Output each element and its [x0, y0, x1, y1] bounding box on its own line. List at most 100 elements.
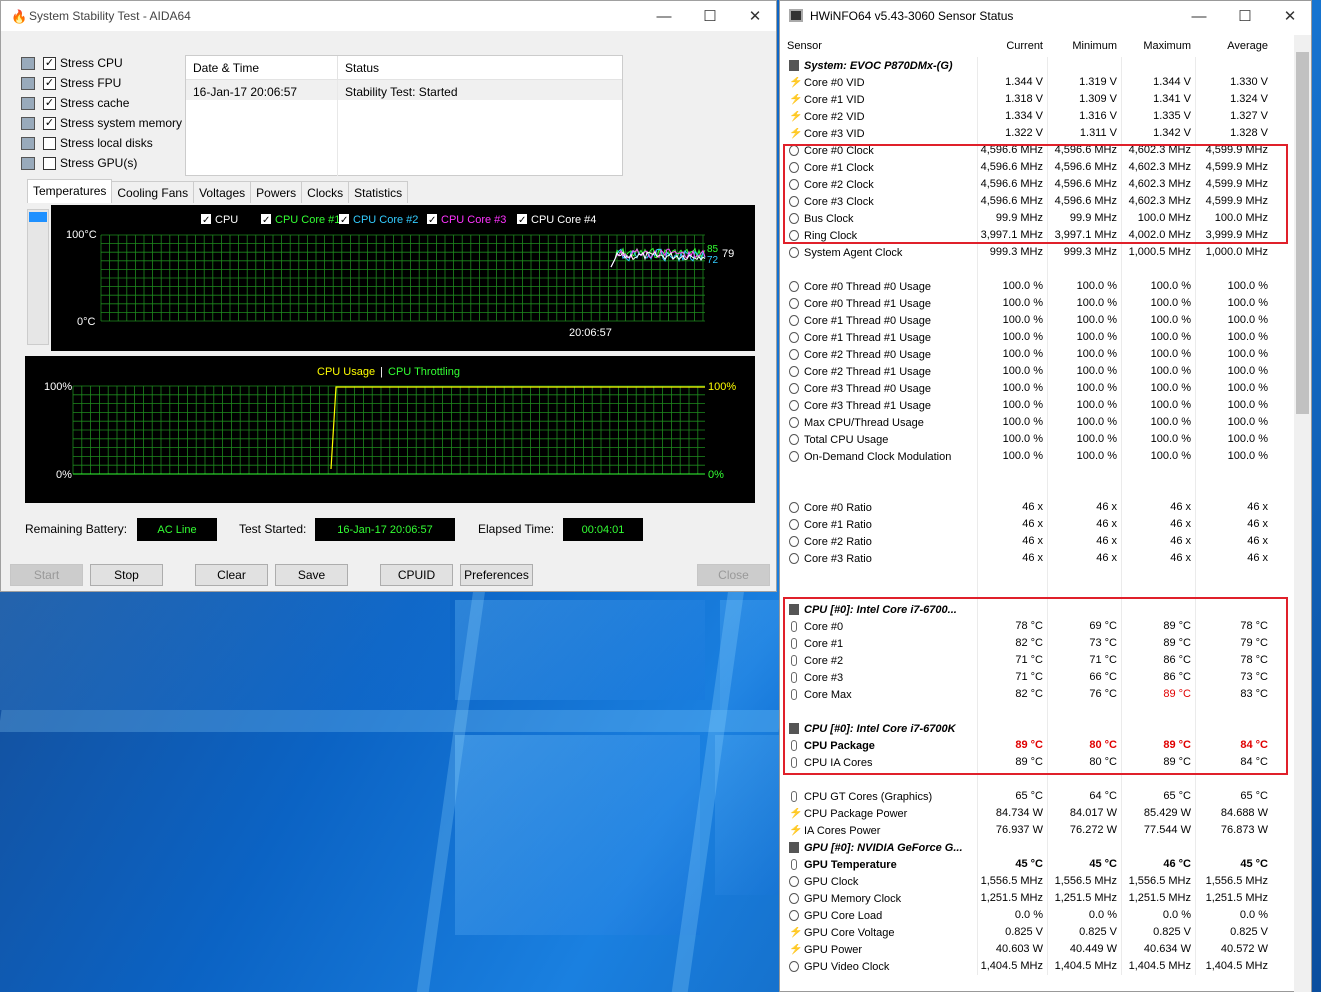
average-column-header[interactable]: Average: [1195, 35, 1274, 57]
table-row[interactable]: GPU Temperature 45 °C 45 °C 46 °C 45 °C: [781, 856, 1294, 873]
tab-voltages[interactable]: Voltages: [193, 181, 252, 203]
stress-cache-checkbox[interactable]: ✓: [43, 96, 56, 110]
table-row[interactable]: Core #0 Thread #1 Usage 100.0 % 100.0 % 100…: [781, 295, 1294, 312]
current-value: 1,251.5 MHz: [977, 890, 1047, 907]
scrollbar-thumb[interactable]: [29, 212, 47, 222]
table-row[interactable]: GPU Memory Clock 1,251.5 MHz 1,251.5 MHz 1,…: [781, 890, 1294, 907]
table-row[interactable]: Total CPU Usage 100.0 % 100.0 % 100.0 % 100.…: [781, 431, 1294, 448]
average-value: 84.688 W: [1195, 805, 1274, 822]
table-row[interactable]: Core #0 Ratio 46 x 46 x 46 x 46 x: [781, 499, 1294, 516]
hw-minimize-button[interactable]: —: [1176, 1, 1222, 31]
hw-close-button[interactable]: ✕: [1267, 1, 1313, 31]
table-row[interactable]: ⚡ GPU Core Voltage 0.825 V 0.825 V 0.825 V 0.…: [781, 924, 1294, 941]
current-value: 0.825 V: [977, 924, 1047, 941]
sensor-name: Core #2 Thread #1 Usage: [781, 366, 977, 378]
table-row[interactable]: Core #3 Ratio 46 x 46 x 46 x 46 x: [781, 550, 1294, 567]
table-row[interactable]: GPU Clock 1,556.5 MHz 1,556.5 MHz 1,556.5 M…: [781, 873, 1294, 890]
stress-cpu-checkbox[interactable]: ✓: [43, 56, 56, 70]
current-value: 100.0 %: [977, 363, 1047, 380]
sensor-spacer: [781, 465, 1294, 482]
svg-text:✓: ✓: [428, 215, 436, 226]
table-row[interactable]: GPU Core Load 0.0 % 0.0 % 0.0 % 0.0 %: [781, 907, 1294, 924]
table-row[interactable]: Core #3 Thread #1 Usage 100.0 % 100.0 % 100…: [781, 397, 1294, 414]
tab-temperatures[interactable]: Temperatures: [27, 179, 113, 203]
sensor-group-header[interactable]: System: EVOC P870DMx-(G): [781, 57, 1294, 74]
graph-scrollbar[interactable]: [27, 209, 49, 345]
stress-memory-option[interactable]: ✓ Stress system memory: [21, 113, 182, 133]
sensor-scrollbar[interactable]: [1294, 35, 1311, 992]
sensor-name: Total CPU Usage: [781, 434, 977, 446]
preferences-button[interactable]: Preferences: [460, 564, 533, 586]
stress-cpu-option[interactable]: ✓ Stress CPU: [21, 53, 182, 73]
stop-button[interactable]: Stop: [90, 564, 163, 586]
sensor-name: Core #2 Thread #0 Usage: [781, 349, 977, 361]
table-row[interactable]: On-Demand Clock Modulation 100.0 % 100.0 %…: [781, 448, 1294, 465]
clear-button[interactable]: Clear: [195, 564, 268, 586]
sensor-label: Core #2 Thread #0 Usage: [804, 348, 931, 361]
tab-statistics[interactable]: Statistics: [348, 181, 409, 203]
aida-titlebar[interactable]: 🔥 System Stability Test - AIDA64 — ☐ ✕: [1, 1, 776, 31]
stress-cache-option[interactable]: ✓ Stress cache: [21, 93, 182, 113]
table-row[interactable]: ⚡ Core #2 VID 1.334 V 1.316 V 1.335 V 1.327 V: [781, 108, 1294, 125]
table-row[interactable]: Core #1 Ratio 46 x 46 x 46 x 46 x: [781, 516, 1294, 533]
stress-disks-option[interactable]: Stress local disks: [21, 133, 182, 153]
stress-gpu-option[interactable]: Stress GPU(s): [21, 153, 182, 173]
table-row[interactable]: 16-Jan-17 20:06:57 Stability Test: Start…: [186, 80, 622, 100]
table-row[interactable]: ⚡ IA Cores Power 76.937 W 76.272 W 77.544 W7…: [781, 822, 1294, 839]
stress-fpu-label: Stress FPU: [60, 76, 122, 90]
cpuid-button[interactable]: CPUID: [380, 564, 453, 586]
tab-clocks[interactable]: Clocks: [301, 181, 350, 203]
stress-fpu-checkbox[interactable]: ✓: [43, 76, 56, 90]
table-row[interactable]: Core #2 Thread #1 Usage 100.0 % 100.0 % 100…: [781, 363, 1294, 380]
table-row[interactable]: Max CPU/Thread Usage 100.0 % 100.0 % 100.0 …: [781, 414, 1294, 431]
sensor-scrollbar-thumb[interactable]: [1296, 52, 1309, 414]
table-row[interactable]: ⚡ GPU Power 40.603 W 40.449 W 40.634 W 40.572…: [781, 941, 1294, 958]
table-row[interactable]: System Agent Clock 999.3 MHz 999.3 MHz 1,00…: [781, 244, 1294, 261]
svg-text:✓: ✓: [340, 215, 348, 226]
stress-disks-checkbox[interactable]: [43, 136, 56, 150]
datetime-column-header[interactable]: Date & Time: [186, 56, 338, 79]
sensor-name: ⚡ Core #1 VID: [781, 94, 977, 106]
minimum-column-header[interactable]: Minimum: [1047, 35, 1121, 57]
start-button[interactable]: Start: [10, 564, 83, 586]
table-row[interactable]: Core #1 Thread #0 Usage 100.0 % 100.0 % 100…: [781, 312, 1294, 329]
close-window-button[interactable]: ✕: [732, 1, 778, 31]
maximum-value: 40.634 W: [1121, 941, 1195, 958]
stress-memory-checkbox[interactable]: ✓: [43, 116, 56, 130]
save-button[interactable]: Save: [275, 564, 348, 586]
table-row[interactable]: Core #1 Thread #1 Usage 100.0 % 100.0 % 100…: [781, 329, 1294, 346]
stress-fpu-option[interactable]: ✓ Stress FPU: [21, 73, 182, 93]
table-row[interactable]: Core #2 Ratio 46 x 46 x 46 x 46 x: [781, 533, 1294, 550]
sensor-spacer: [781, 482, 1294, 499]
table-row[interactable]: CPU GT Cores (Graphics) 65 °C 64 °C 65 °C 65…: [781, 788, 1294, 805]
tab-cooling-fans[interactable]: Cooling Fans: [111, 181, 195, 203]
table-row[interactable]: Core #0 Thread #0 Usage 100.0 % 100.0 % 100…: [781, 278, 1294, 295]
table-row[interactable]: ⚡ CPU Package Power 84.734 W 84.017 W 85.429…: [781, 805, 1294, 822]
maximum-value: 100.0 %: [1121, 397, 1195, 414]
table-row[interactable]: ⚡ Core #0 VID 1.344 V 1.319 V 1.344 V 1.330 V: [781, 74, 1294, 91]
table-row[interactable]: ⚡ Core #3 VID 1.322 V 1.311 V 1.342 V 1.328 V: [781, 125, 1294, 142]
table-row[interactable]: Core #3 Thread #0 Usage 100.0 % 100.0 % 100…: [781, 380, 1294, 397]
status-column-header[interactable]: Status: [338, 56, 386, 79]
sensor-column-header[interactable]: Sensor: [781, 40, 977, 52]
maximize-button[interactable]: ☐: [687, 1, 733, 31]
table-row[interactable]: Core #2 Thread #0 Usage 100.0 % 100.0 % 100…: [781, 346, 1294, 363]
clock-icon: [789, 400, 799, 411]
sensor-group-header[interactable]: GPU [#0]: NVIDIA GeForce G...: [781, 839, 1294, 856]
current-value: 40.603 W: [977, 941, 1047, 958]
table-row[interactable]: ⚡ Core #1 VID 1.318 V 1.309 V 1.341 V 1.324 V: [781, 91, 1294, 108]
close-button[interactable]: Close: [697, 564, 770, 586]
table-row[interactable]: GPU Video Clock 1,404.5 MHz 1,404.5 MHz 1,4…: [781, 958, 1294, 975]
hw-maximize-button[interactable]: ☐: [1222, 1, 1268, 31]
minimum-value: 76.272 W: [1047, 822, 1121, 839]
sensor-name: GPU Memory Clock: [781, 893, 977, 905]
current-value: 1.334 V: [977, 108, 1047, 125]
current-column-header[interactable]: Current: [977, 35, 1047, 57]
maximum-column-header[interactable]: Maximum: [1121, 35, 1195, 57]
stress-gpu-checkbox[interactable]: [43, 156, 56, 170]
hwinfo-titlebar[interactable]: HWiNFO64 v5.43-3060 Sensor Status — ☐ ✕: [780, 1, 1311, 31]
minimize-button[interactable]: —: [641, 1, 687, 31]
tab-powers[interactable]: Powers: [250, 181, 303, 203]
clock-icon: [789, 961, 799, 972]
average-value: 100.0 %: [1195, 329, 1274, 346]
